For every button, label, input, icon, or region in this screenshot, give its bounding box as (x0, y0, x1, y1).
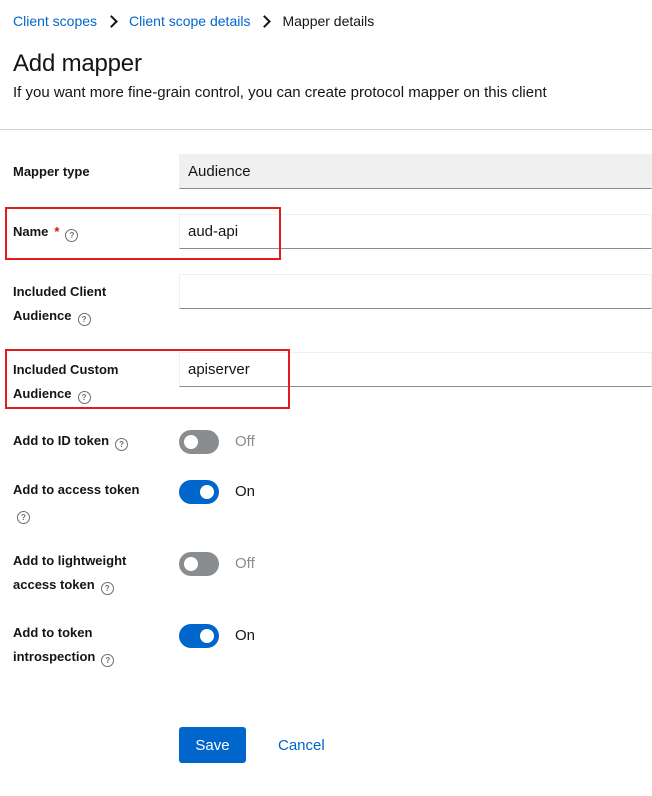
add-to-lightweight-access-token-state: Off (235, 555, 255, 572)
add-to-token-introspection-label-line1: Add to token (13, 625, 93, 640)
help-icon[interactable]: ? (115, 438, 129, 451)
add-to-access-token-state: On (235, 483, 256, 500)
page-title: Add mapper (13, 50, 142, 77)
mapper-type-field: Audience (179, 154, 652, 189)
included-custom-audience-label: Included Custom Audience? (13, 358, 163, 406)
mapper-type-label: Mapper type (13, 160, 163, 184)
add-to-lightweight-access-token-toggle[interactable] (179, 552, 219, 576)
required-mark: * (54, 224, 60, 239)
breadcrumb-client-scopes[interactable]: Client scopes (13, 13, 97, 29)
header-divider (0, 129, 652, 130)
mapper-type-label-text: Mapper type (13, 164, 90, 179)
included-client-audience-label-line1: Included Client (13, 284, 107, 299)
breadcrumb-client-scope-details[interactable]: Client scope details (129, 13, 250, 29)
add-to-id-token-label: Add to ID token? (13, 429, 163, 453)
add-to-token-introspection-state: On (235, 627, 256, 644)
included-client-audience-label-line2: Audience (13, 308, 72, 323)
included-custom-audience-input[interactable] (179, 352, 652, 387)
breadcrumb-mapper-details: Mapper details (282, 13, 375, 29)
add-to-token-introspection-label-line2: introspection (13, 649, 96, 664)
chevron-right-icon (105, 14, 118, 28)
add-to-token-introspection-toggle[interactable] (179, 624, 219, 648)
included-custom-audience-label-line2: Audience (13, 386, 72, 401)
page-subtitle: If you want more fine-grain control, you… (13, 84, 547, 101)
name-label: Name *? (13, 220, 163, 244)
toggle-knob (200, 485, 214, 499)
add-to-token-introspection-label: Add to token introspection? (13, 621, 163, 669)
included-client-audience-input[interactable] (179, 274, 652, 309)
help-icon[interactable]: ? (77, 313, 91, 326)
save-button[interactable]: Save (179, 727, 246, 763)
add-to-lightweight-label-line2: access token (13, 577, 95, 592)
breadcrumb: Client scopes Client scope details Mappe… (13, 13, 374, 29)
help-icon[interactable]: ? (65, 229, 79, 242)
name-label-text: Name (13, 224, 49, 239)
help-icon[interactable]: ? (100, 582, 114, 595)
add-to-lightweight-access-token-label: Add to lightweight access token? (13, 549, 163, 597)
add-to-access-token-toggle[interactable] (179, 480, 219, 504)
included-client-audience-label: Included Client Audience? (13, 280, 163, 328)
add-to-id-token-label-text: Add to ID token (13, 433, 110, 448)
toggle-knob (184, 435, 198, 449)
add-to-id-token-state: Off (235, 433, 255, 450)
name-input[interactable] (179, 214, 652, 249)
help-icon[interactable]: ? (17, 511, 30, 524)
add-to-access-token-label: Add to access token ? (13, 478, 163, 526)
help-icon[interactable]: ? (77, 391, 91, 404)
included-custom-audience-label-line1: Included Custom (13, 362, 119, 377)
cancel-button[interactable]: Cancel (266, 727, 337, 763)
help-icon[interactable]: ? (101, 654, 115, 667)
toggle-knob (184, 557, 198, 571)
add-to-id-token-toggle[interactable] (179, 430, 219, 454)
toggle-knob (200, 629, 214, 643)
add-to-access-token-label-text: Add to access token (13, 482, 140, 497)
add-to-lightweight-label-line1: Add to lightweight (13, 553, 127, 568)
chevron-right-icon (258, 14, 272, 28)
